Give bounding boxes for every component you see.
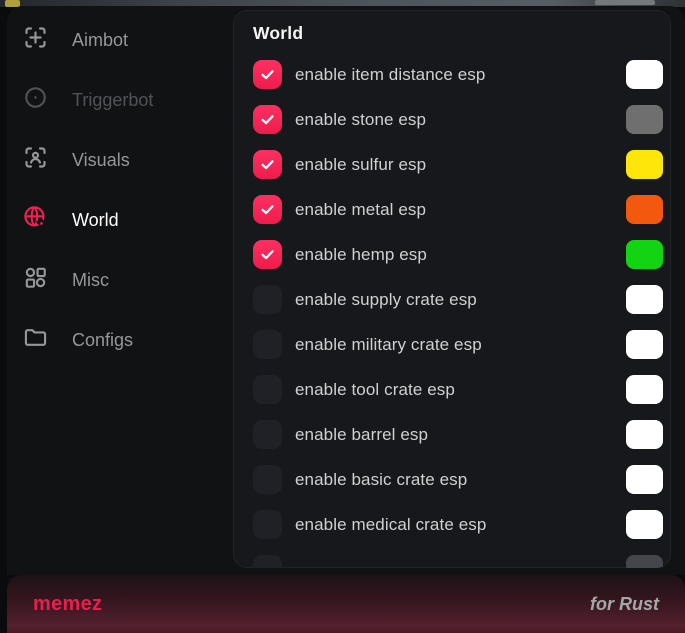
sidebar-item-triggerbot[interactable]: Triggerbot	[7, 70, 233, 130]
checkbox-enable-sulfur-esp[interactable]	[253, 150, 282, 179]
game-ui-fragment	[595, 0, 655, 5]
shapes-grid-icon	[22, 264, 49, 291]
circle-dot-icon	[22, 84, 49, 111]
option-label: enable medical crate esp	[295, 515, 626, 535]
sidebar-item-world[interactable]: World	[7, 190, 233, 250]
options-list: enable item distance esp enable stone es…	[233, 52, 671, 568]
sidebar: Aimbot Triggerbot Visuals World Misc Con…	[7, 6, 233, 370]
option-label: enable basic crate esp	[295, 470, 626, 490]
option-row-enable-tool-crate-esp: enable tool crate esp	[233, 367, 671, 412]
option-label: enable item distance esp	[295, 65, 626, 85]
option-label: enable barrel esp	[295, 425, 626, 445]
option-row-enable-supply-crate-esp: enable supply crate esp	[233, 277, 671, 322]
footer-tagline: for Rust	[590, 594, 659, 615]
sidebar-item-misc[interactable]: Misc	[7, 250, 233, 310]
option-row-enable-metal-esp: enable metal esp	[233, 187, 671, 232]
person-scan-icon	[22, 144, 49, 171]
checkbox-enable-supply-crate-esp[interactable]	[253, 285, 282, 314]
checkbox-enable-military-crate-esp[interactable]	[253, 330, 282, 359]
world-panel: World enable item distance esp enable st…	[233, 10, 671, 568]
panel-title: World	[253, 23, 303, 44]
checkbox-enable-item-distance-esp[interactable]	[253, 60, 282, 89]
option-label: enable military crate esp	[295, 335, 626, 355]
option-row-enable-military-crate-esp: enable military crate esp	[233, 322, 671, 367]
option-label: enable hemp esp	[295, 245, 626, 265]
option-label: enable sulfur esp	[295, 155, 626, 175]
crosshair-scan-icon	[22, 24, 49, 51]
checkbox-enable-stone-esp[interactable]	[253, 105, 282, 134]
option-label: enable stone esp	[295, 110, 626, 130]
option-label: enable tool crate esp	[295, 380, 626, 400]
option-row-enable-stone-esp: enable stone esp	[233, 97, 671, 142]
checkbox-enable-metal-esp[interactable]	[253, 195, 282, 224]
swatch-enable-basic-crate-esp[interactable]	[626, 465, 663, 494]
cheat-menu-window: Aimbot Triggerbot Visuals World Misc Con…	[7, 6, 685, 575]
screen: Aimbot Triggerbot Visuals World Misc Con…	[0, 0, 685, 633]
checkbox-enable-medical-crate-esp[interactable]	[253, 510, 282, 539]
swatch-enable-medical-crate-esp[interactable]	[626, 510, 663, 539]
option-row-enable-item-distance-esp: enable item distance esp	[233, 52, 671, 97]
checkbox-enable-basic-crate-esp[interactable]	[253, 465, 282, 494]
checkbox-enable-hemp-esp[interactable]	[253, 240, 282, 269]
swatch-enable-tool-crate-esp[interactable]	[626, 375, 663, 404]
check-icon	[259, 111, 276, 128]
check-icon	[259, 246, 276, 263]
sidebar-item-aimbot[interactable]: Aimbot	[7, 10, 233, 70]
folder-icon	[22, 324, 49, 351]
sidebar-item-visuals[interactable]: Visuals	[7, 130, 233, 190]
option-row-enable-barrel-esp: enable barrel esp	[233, 412, 671, 457]
option-row-enable-sulfur-esp: enable sulfur esp	[233, 142, 671, 187]
option-row-enable-basic-crate-esp: enable basic crate esp	[233, 457, 671, 502]
checkbox-enable-tool-crate-esp[interactable]	[253, 375, 282, 404]
swatch-enable-metal-esp[interactable]	[626, 195, 663, 224]
checkbox-enable-barrel-esp[interactable]	[253, 420, 282, 449]
globe-star-icon	[22, 204, 49, 231]
brand-name: memez	[33, 593, 102, 616]
option-row-enable-hemp-esp: enable hemp esp	[233, 232, 671, 277]
swatch-enable-military-crate-esp[interactable]	[626, 330, 663, 359]
swatch-enable-supply-crate-esp[interactable]	[626, 285, 663, 314]
footer-bar: memez for Rust	[7, 575, 685, 633]
checkbox-clipped-row[interactable]	[253, 555, 282, 568]
check-icon	[259, 156, 276, 173]
swatch-clipped-row[interactable]	[626, 555, 663, 568]
swatch-enable-hemp-esp[interactable]	[626, 240, 663, 269]
option-row-clipped-row	[233, 547, 671, 568]
swatch-enable-sulfur-esp[interactable]	[626, 150, 663, 179]
swatch-enable-stone-esp[interactable]	[626, 105, 663, 134]
check-icon	[259, 201, 276, 218]
option-label: enable metal esp	[295, 200, 626, 220]
option-label: enable supply crate esp	[295, 290, 626, 310]
swatch-enable-barrel-esp[interactable]	[626, 420, 663, 449]
check-icon	[259, 66, 276, 83]
option-row-enable-medical-crate-esp: enable medical crate esp	[233, 502, 671, 547]
swatch-enable-item-distance-esp[interactable]	[626, 60, 663, 89]
sidebar-item-configs[interactable]: Configs	[7, 310, 233, 370]
